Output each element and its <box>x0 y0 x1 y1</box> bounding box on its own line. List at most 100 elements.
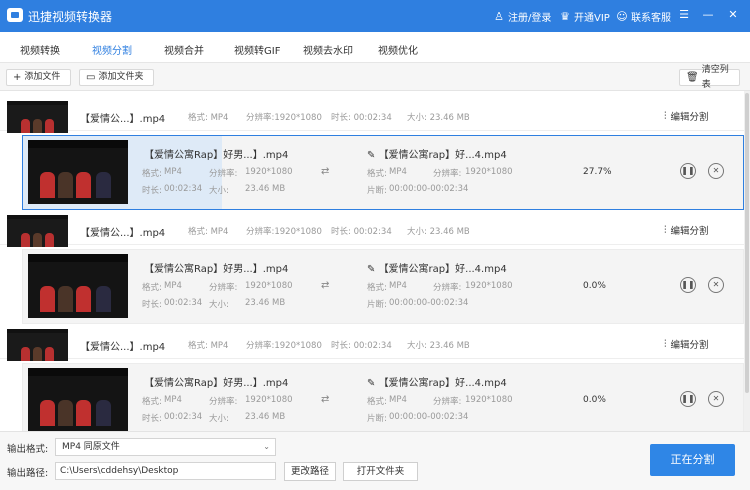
register-login-button[interactable]: ♙ 注册/登录 <box>493 9 551 24</box>
task-resolution-value: 1920*1080 <box>245 395 293 405</box>
folder-icon: ▭ <box>86 72 96 83</box>
menu-icon[interactable]: ☰ <box>677 8 691 22</box>
task-resolution-value: 1920*1080 <box>245 167 293 177</box>
task-duration-value: 00:02:34 <box>164 184 203 194</box>
source-format: 格式: MP4 <box>188 113 229 123</box>
task-size-label: 大小: <box>209 300 229 310</box>
task-resolution-label: 分辨率: <box>209 169 238 179</box>
list-scrollbar[interactable] <box>744 91 750 431</box>
output-path-field[interactable]: C:\Users\cddehsy\Desktop <box>55 462 276 480</box>
function-tabs: 视频转换 视频分割 视频合并 视频转GIF 视频去水印 视频优化 <box>0 32 750 65</box>
output-settings-bar: 输出格式: MP4 同原文件 ⌄ 输出路径: C:\Users\cddehsy\… <box>0 431 750 490</box>
open-folder-button[interactable]: 打开文件夹 <box>343 462 418 481</box>
segment-label: 片断: <box>367 300 387 310</box>
source-format: 格式: MP4 <box>188 341 229 351</box>
output-format-label: 格式: <box>367 397 387 407</box>
tab-video-split[interactable]: 视频分割 <box>92 42 132 65</box>
output-format-value: MP4 <box>389 395 407 405</box>
source-resolution: 分辨率:1920*1080 <box>246 113 322 123</box>
add-file-label: 添加文件 <box>24 72 61 82</box>
output-path-label: 输出路径: <box>7 468 49 479</box>
pause-icon[interactable]: ❚❚ <box>680 163 696 179</box>
file-list: 【爱情公...】.mp4 格式: MP4 分辨率:1920*1080 时长: 0… <box>0 91 750 431</box>
task-format-value: MP4 <box>164 281 182 291</box>
shuffle-icon: ⇄ <box>321 394 330 405</box>
tab-video-convert[interactable]: 视频转换 <box>20 42 60 57</box>
shuffle-icon: ⇄ <box>321 280 330 291</box>
task-file-name: 【爱情公寓Rap】好男...】.mp4 <box>144 150 289 161</box>
clear-list-button[interactable]: 🗑 清空列表 <box>679 65 740 90</box>
task-format-label: 格式: <box>142 397 162 407</box>
vip-icon: ♛ <box>560 9 570 23</box>
progress-percent: 0.0% <box>583 281 606 291</box>
plus-icon: + <box>13 72 22 83</box>
contact-service-label: 联系客服 <box>631 13 671 24</box>
add-file-button[interactable]: + 添加文件 <box>6 69 71 86</box>
task-file-name: 【爱情公寓Rap】好男...】.mp4 <box>144 378 289 389</box>
add-folder-button[interactable]: ▭ 添加文件夹 <box>79 69 154 86</box>
split-task-row[interactable]: 【爱情公寓Rap】好男...】.mp4 格式: MP4 分辨率: 1920*10… <box>22 135 744 210</box>
task-resolution-label: 分辨率: <box>209 397 238 407</box>
source-file-row[interactable]: 【爱情公...】.mp4 格式: MP4 分辨率:1920*1080 时长: 0… <box>0 96 744 133</box>
open-vip-button[interactable]: ♛ 开通VIP <box>559 9 610 24</box>
minimize-icon[interactable]: — <box>701 8 715 22</box>
edit-split-label: 编辑分割 <box>670 340 709 351</box>
output-resolution-label: 分辨率: <box>433 169 462 179</box>
source-duration: 时长: 00:02:34 <box>331 113 392 123</box>
output-file-name-text: 【爱情公寓rap】好...4.mp4 <box>378 150 507 161</box>
shuffle-icon: ⇄ <box>321 166 330 177</box>
split-task-row[interactable]: 【爱情公寓Rap】好男...】.mp4 格式: MP4 分辨率: 1920*10… <box>22 249 744 324</box>
task-size-value: 23.46 MB <box>245 412 286 422</box>
change-path-button[interactable]: 更改路径 <box>284 462 336 481</box>
tab-video-merge[interactable]: 视频合并 <box>164 42 204 57</box>
pause-icon[interactable]: ❚❚ <box>680 391 696 407</box>
start-split-button[interactable]: 正在分割 <box>650 444 735 476</box>
source-resolution: 分辨率:1920*1080 <box>246 227 322 237</box>
trash-icon: 🗑 <box>686 72 699 83</box>
task-duration-label: 时长: <box>142 186 162 196</box>
source-file-row[interactable]: 【爱情公...】.mp4 格式: MP4 分辨率:1920*1080 时长: 0… <box>0 210 744 247</box>
output-file-name[interactable]: ✎ 【爱情公寓rap】好...4.mp4 <box>367 146 507 161</box>
pause-icon[interactable]: ❚❚ <box>680 277 696 293</box>
cancel-icon[interactable]: ✕ <box>708 277 724 293</box>
contact-service-button[interactable]: ☺ 联系客服 <box>616 9 671 24</box>
tab-remove-watermark[interactable]: 视频去水印 <box>303 42 353 57</box>
output-format-value: MP4 <box>389 167 407 177</box>
cancel-icon[interactable]: ✕ <box>708 391 724 407</box>
edit-split-button[interactable]: ⫶ 编辑分割 <box>664 109 709 124</box>
file-toolbar: + 添加文件 ▭ 添加文件夹 🗑 清空列表 <box>0 63 750 91</box>
output-file-name[interactable]: ✎ 【爱情公寓rap】好...4.mp4 <box>367 260 507 275</box>
tab-video-to-gif[interactable]: 视频转GIF <box>234 42 280 57</box>
file-group: 【爱情公...】.mp4 格式: MP4 分辨率:1920*1080 时长: 0… <box>0 324 744 431</box>
source-file-row[interactable]: 【爱情公...】.mp4 格式: MP4 分辨率:1920*1080 时长: 0… <box>0 324 744 361</box>
edit-split-button[interactable]: ⫶ 编辑分割 <box>664 337 709 352</box>
user-icon: ♙ <box>494 9 504 23</box>
cancel-icon[interactable]: ✕ <box>708 163 724 179</box>
output-resolution-value: 1920*1080 <box>465 395 513 405</box>
app-title: 迅捷视频转换器 <box>28 10 113 24</box>
progress-percent: 0.0% <box>583 395 606 405</box>
open-vip-label: 开通VIP <box>574 13 610 24</box>
source-file-name: 【爱情公...】.mp4 <box>80 228 166 239</box>
output-resolution-value: 1920*1080 <box>465 167 513 177</box>
split-task-row[interactable]: 【爱情公寓Rap】好男...】.mp4 格式: MP4 分辨率: 1920*10… <box>22 363 744 431</box>
segment-label: 片断: <box>367 186 387 196</box>
service-icon: ☺ <box>616 9 628 23</box>
edit-split-button[interactable]: ⫶ 编辑分割 <box>664 223 709 238</box>
output-resolution-label: 分辨率: <box>433 283 462 293</box>
segment-value: 00:00:00-00:02:34 <box>389 184 469 194</box>
scrollbar-thumb[interactable] <box>745 93 749 393</box>
split-icon: ⫶ <box>664 338 667 350</box>
output-resolution-label: 分辨率: <box>433 397 462 407</box>
source-size: 大小: 23.46 MB <box>407 227 470 237</box>
tab-video-optimize[interactable]: 视频优化 <box>378 42 418 57</box>
close-window-icon[interactable]: ✕ <box>726 8 740 22</box>
output-format-select[interactable]: MP4 同原文件 ⌄ <box>55 438 276 456</box>
task-file-name: 【爱情公寓Rap】好男...】.mp4 <box>144 264 289 275</box>
output-file-name[interactable]: ✎ 【爱情公寓rap】好...4.mp4 <box>367 374 507 389</box>
output-format-value: MP4 <box>389 281 407 291</box>
task-resolution-value: 1920*1080 <box>245 281 293 291</box>
video-thumbnail <box>7 215 68 247</box>
output-resolution-value: 1920*1080 <box>465 281 513 291</box>
video-thumbnail <box>28 254 128 318</box>
